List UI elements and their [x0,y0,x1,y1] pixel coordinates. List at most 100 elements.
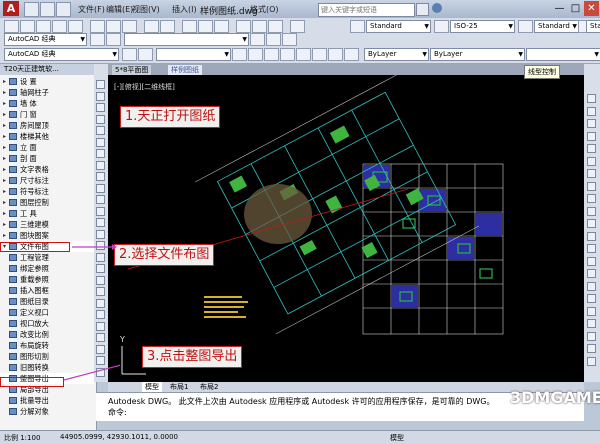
user-icon[interactable] [432,3,442,13]
layer-icon[interactable] [138,48,153,61]
modify-tool-icon[interactable] [587,331,596,341]
modify-tool-icon[interactable] [587,344,596,353]
draw-tool-icon[interactable] [96,91,105,101]
draw-tool-icon[interactable] [96,229,105,239]
panel-item[interactable]: ▸ 墙 体 [0,98,94,109]
layer-delete-icon[interactable] [312,48,327,61]
draw-tool-icon[interactable] [96,160,105,170]
tab-model[interactable]: 模型 [142,382,162,392]
modify-tool-icon[interactable] [587,169,596,178]
tab-layout-2[interactable]: 布局2 [200,382,218,392]
properties-icon[interactable] [236,20,251,33]
zoom-window-icon[interactable] [214,20,229,33]
panel-item[interactable]: ▸ 工 具 [0,208,94,219]
draw-tool-icon[interactable] [96,114,105,124]
expand-arrow-icon[interactable]: ▸ [3,230,6,241]
layer-dropdown[interactable]: ▼ [156,48,231,61]
draw-tool-icon[interactable] [96,218,105,227]
layer-select[interactable]: ▼ [124,33,249,46]
text-style-icon[interactable] [350,20,365,33]
modify-tool-icon[interactable] [587,119,596,128]
print-icon[interactable] [52,20,67,33]
modify-tool-icon[interactable] [587,206,596,216]
lineweight-select[interactable]: ▼ [526,48,600,61]
minimize-button[interactable]: — [552,1,567,16]
expand-arrow-icon[interactable]: ▸ [3,131,6,142]
layer-match-icon[interactable] [328,48,343,61]
workspace-settings-icon[interactable] [90,33,105,46]
app-logo-icon[interactable]: A [3,1,19,16]
menu-edit[interactable]: 编辑(E) [106,4,133,15]
menu-insert[interactable]: 插入(I) [172,4,197,15]
command-prompt[interactable]: 命令: [108,407,127,418]
layer-off-icon[interactable] [264,48,279,61]
modify-tool-icon[interactable] [587,106,596,116]
search-box[interactable] [318,3,415,17]
copy-icon[interactable] [106,20,121,33]
draw-tool-icon[interactable] [96,149,105,158]
modify-tool-icon[interactable] [587,94,596,103]
layer-freeze-icon[interactable] [232,48,247,61]
modify-tool-icon[interactable] [587,294,596,303]
modify-tool-icon[interactable] [587,131,596,141]
expand-arrow-icon[interactable]: ▸ [3,98,6,109]
panel-item[interactable]: ▸ 尺寸标注 [0,175,94,186]
expand-arrow-icon[interactable]: ▸ [3,186,6,197]
paste-icon[interactable] [122,20,137,33]
tool-palette-icon[interactable] [268,20,283,33]
layer-manager-icon[interactable] [106,33,121,46]
panel-item[interactable]: ▸ 轴网柱子 [0,87,94,98]
layer-state-icon[interactable] [282,33,297,46]
scale-select[interactable]: 比例 1:100 [4,433,40,443]
layer-isolate-icon[interactable] [266,33,281,46]
modify-tool-icon[interactable] [587,256,596,266]
maximize-button[interactable]: □ [568,1,583,16]
panel-item[interactable]: ▸ 立 面 [0,142,94,153]
draw-tool-icon[interactable] [96,172,105,181]
expand-arrow-icon[interactable]: ▸ [3,76,6,87]
menu-view[interactable]: 视图(V) [132,4,160,15]
match-prop-icon[interactable] [122,48,137,61]
modify-tool-icon[interactable] [587,156,596,166]
pan-icon[interactable] [182,20,197,33]
help-icon[interactable] [290,20,305,33]
design-center-icon[interactable] [252,20,267,33]
color-select[interactable]: ByLayer ▼ [364,48,429,61]
modify-tool-icon[interactable] [587,281,596,291]
tab-layout-1[interactable]: 布局1 [170,382,188,392]
zoom-icon[interactable] [198,20,213,33]
panel-item[interactable]: ▸ 文字表格 [0,164,94,175]
layer-change-icon[interactable] [344,48,359,61]
new-icon[interactable] [4,20,19,33]
panel-item[interactable]: ▸ 设 置 [0,76,94,87]
expand-arrow-icon[interactable]: ▸ [3,219,6,230]
menu-file[interactable]: 文件(F) [78,4,105,15]
draw-tool-icon[interactable] [96,126,105,135]
panel-item[interactable]: 分解对象 [0,406,94,417]
preview-icon[interactable] [68,20,83,33]
expand-arrow-icon[interactable]: ▸ [3,87,6,98]
undo-icon[interactable] [144,20,159,33]
modify-tool-icon[interactable] [587,231,596,241]
panel-item[interactable]: ▸ 图层控制 [0,197,94,208]
modify-tool-icon[interactable] [587,269,596,278]
model-button[interactable]: 模型 [390,433,404,443]
draw-tool-icon[interactable] [96,195,105,204]
draw-tool-icon[interactable] [96,103,105,112]
modify-tool-icon[interactable] [587,181,596,191]
close-button[interactable]: ✕ [584,1,599,16]
expand-arrow-icon[interactable]: ▸ [3,175,6,186]
workspace-select[interactable]: AutoCAD 经典 ▼ [4,33,87,46]
expand-arrow-icon[interactable]: ▸ [3,120,6,131]
layer-previous-icon[interactable] [250,33,265,46]
expand-arrow-icon[interactable]: ▸ [3,164,6,175]
multileader-style-select[interactable]: Sta [586,20,600,33]
expand-arrow-icon[interactable]: ▸ [3,208,6,219]
table-style-icon[interactable] [518,20,533,33]
layer-walk-icon[interactable] [280,48,295,61]
draw-tool-icon[interactable] [96,80,105,89]
search-icon[interactable] [416,3,429,16]
save-icon[interactable] [56,2,71,17]
expand-arrow-icon[interactable]: ▸ [3,109,6,120]
modify-tool-icon[interactable] [587,319,596,328]
